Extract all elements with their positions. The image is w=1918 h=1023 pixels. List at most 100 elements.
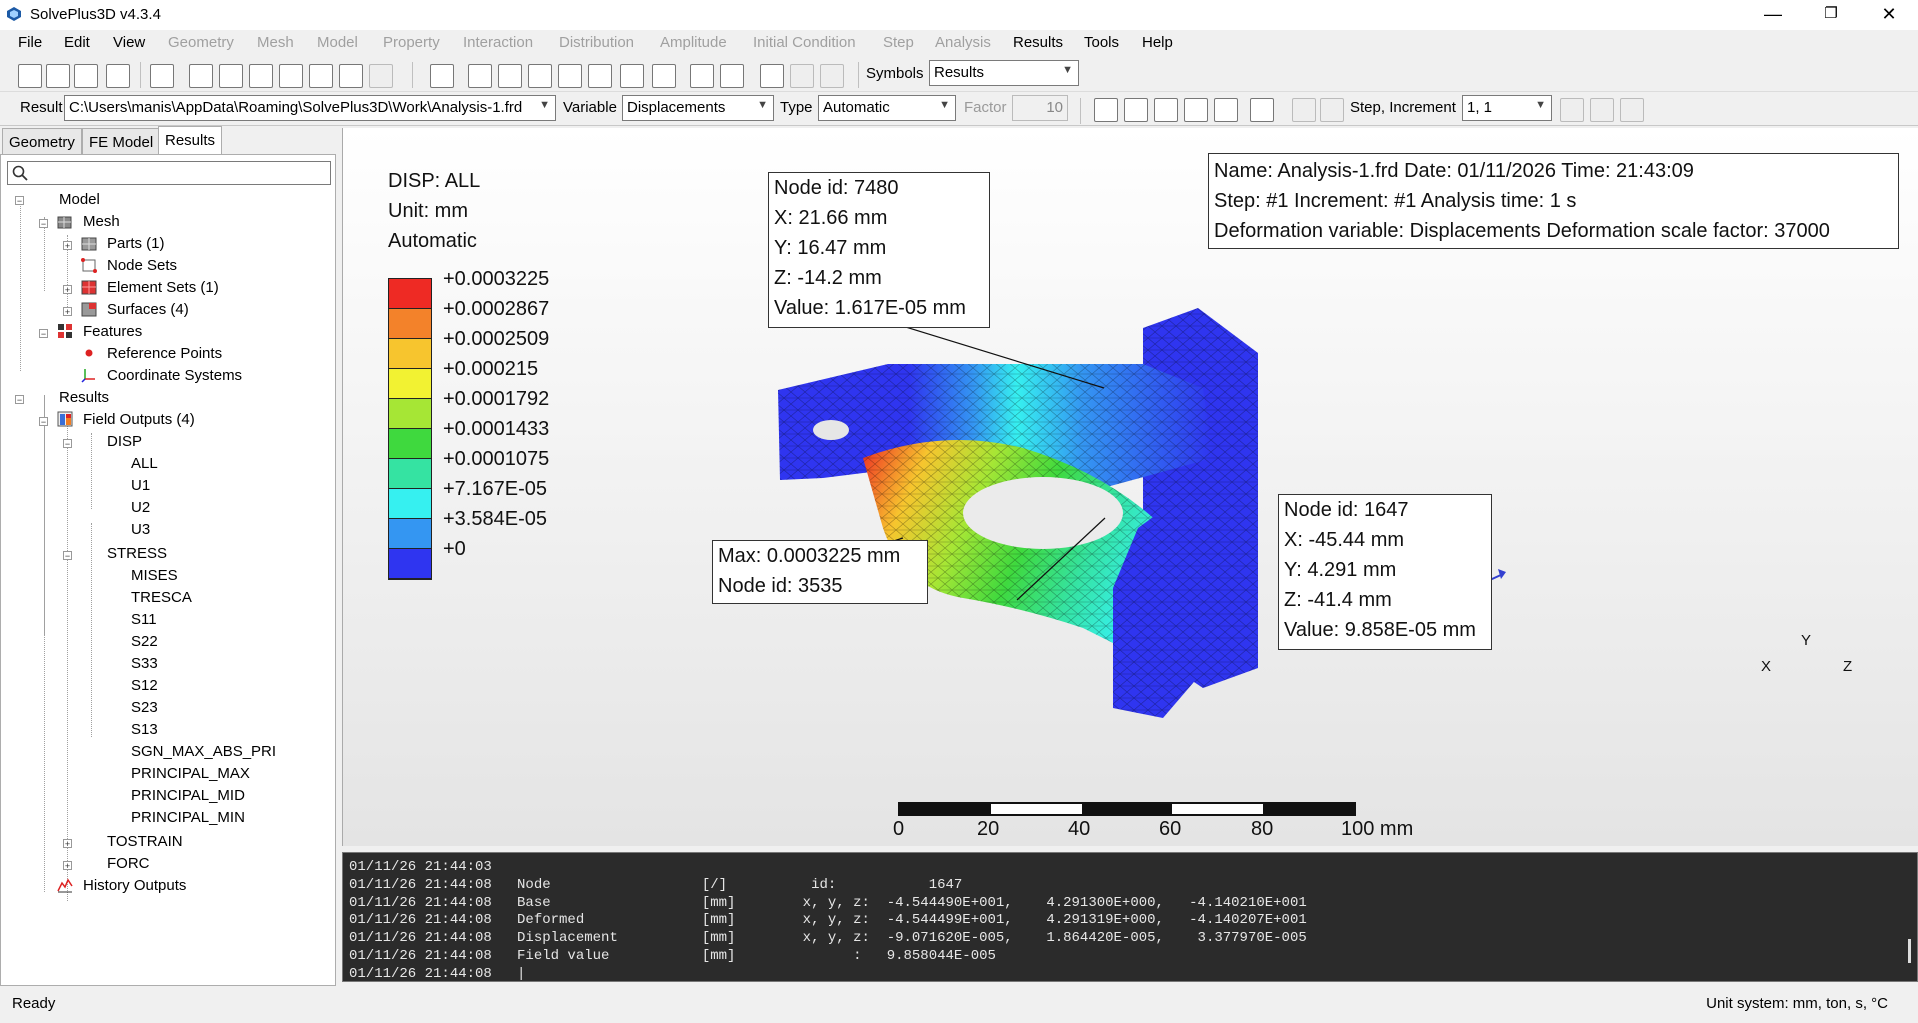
tree-item-mesh[interactable]: Mesh [83, 213, 120, 230]
collapse-mesh-icon[interactable]: − [39, 219, 48, 229]
factor-input[interactable]: 10 [1012, 95, 1068, 121]
message-console[interactable]: 01/11/26 21:44:03 01/11/26 21:44:08 Node… [342, 852, 1918, 982]
layout-single-icon[interactable] [1094, 98, 1118, 122]
collapse-model-icon[interactable]: − [15, 196, 24, 206]
symbols-dropdown[interactable]: Results ▼ [929, 60, 1079, 86]
menu-model[interactable]: Model [317, 34, 358, 51]
view-top-icon[interactable] [249, 64, 273, 88]
tree-item-mises[interactable]: MISES [131, 567, 178, 584]
layout-compare-icon[interactable] [1184, 98, 1208, 122]
toggle-visibility-icon[interactable] [820, 64, 844, 88]
tree-item-s12[interactable]: S12 [131, 677, 158, 694]
tree-item-disp[interactable]: DISP [107, 433, 142, 450]
menu-results[interactable]: Results [1013, 34, 1063, 51]
variable-dropdown[interactable]: Displacements ▼ [622, 95, 774, 121]
measure-icon[interactable] [690, 64, 714, 88]
clear-measure-icon[interactable] [720, 64, 744, 88]
tree-item-s22[interactable]: S22 [131, 633, 158, 650]
tree-item-coordinate-systems[interactable]: Coordinate Systems [107, 367, 242, 384]
menu-geometry[interactable]: Geometry [168, 34, 234, 51]
tree-item-tresca[interactable]: TRESCA [131, 589, 192, 606]
collapse-results-icon[interactable]: − [15, 395, 24, 405]
menu-mesh[interactable]: Mesh [257, 34, 294, 51]
menu-amplitude[interactable]: Amplitude [660, 34, 727, 51]
tree-item-disp-u1[interactable]: U1 [131, 477, 150, 494]
shaded-cube-icon[interactable] [430, 64, 454, 88]
maximize-button[interactable]: ❐ [1802, 0, 1860, 30]
play-animation-icon[interactable] [1620, 98, 1644, 122]
tree-item-disp-u3[interactable]: U3 [131, 521, 150, 538]
expand-element-sets-icon[interactable]: + [63, 285, 72, 295]
tree-item-reference-points[interactable]: Reference Points [107, 345, 222, 362]
minimize-button[interactable]: — [1744, 0, 1802, 30]
layout-grid-icon[interactable] [1154, 98, 1178, 122]
tree-item-principal-mid[interactable]: PRINCIPAL_MID [131, 787, 245, 804]
menu-edit[interactable]: Edit [64, 34, 90, 51]
previous-step-icon[interactable] [1320, 98, 1344, 122]
surface-icon[interactable] [558, 64, 582, 88]
expand-parts-icon[interactable]: + [63, 241, 72, 251]
tree-item-results[interactable]: Results [59, 389, 109, 406]
import-icon[interactable] [74, 64, 98, 88]
tree-item-s11[interactable]: S11 [131, 611, 157, 628]
expand-surfaces-icon[interactable]: + [63, 307, 72, 317]
query-icon[interactable] [620, 64, 644, 88]
save-icon[interactable] [106, 64, 130, 88]
collapse-disp-icon[interactable]: − [63, 439, 72, 449]
show-icon[interactable] [760, 64, 784, 88]
view-back-icon[interactable] [219, 64, 243, 88]
result-file-dropdown[interactable]: C:\Users\manis\AppData\Roaming\SolvePlus… [64, 95, 556, 121]
last-step-icon[interactable] [1590, 98, 1614, 122]
tree-item-node-sets[interactable]: Node Sets [107, 257, 177, 274]
type-dropdown[interactable]: Automatic ▼ [818, 95, 956, 121]
step-increment-dropdown[interactable]: 1, 1 ▼ [1462, 95, 1552, 121]
tree-item-field-outputs[interactable]: Field Outputs (4) [83, 411, 195, 428]
hide-icon[interactable] [652, 64, 676, 88]
tree-item-disp-u2[interactable]: U2 [131, 499, 150, 516]
first-step-icon[interactable] [1292, 98, 1316, 122]
view-iso-icon[interactable] [369, 64, 393, 88]
tree-item-features[interactable]: Features [83, 323, 142, 340]
tree-item-principal-max[interactable]: PRINCIPAL_MAX [131, 765, 250, 782]
collapse-features-icon[interactable]: − [39, 329, 48, 339]
close-button[interactable]: ✕ [1860, 0, 1918, 30]
tree-item-surfaces[interactable]: Surfaces (4) [107, 301, 189, 318]
menu-initial-condition[interactable]: Initial Condition [753, 34, 856, 51]
new-icon[interactable] [18, 64, 42, 88]
collapse-field-outputs-icon[interactable]: − [39, 417, 48, 427]
tree-item-sgn-max-abs-pri[interactable]: SGN_MAX_ABS_PRI [131, 743, 276, 760]
expand-tostrain-icon[interactable]: + [63, 839, 72, 849]
tree-item-disp-all[interactable]: ALL [131, 455, 158, 472]
view-right-icon[interactable] [339, 64, 363, 88]
colormap-icon[interactable] [1250, 98, 1274, 122]
tree-item-element-sets[interactable]: Element Sets (1) [107, 279, 219, 296]
tab-fe-model[interactable]: FE Model [82, 128, 161, 154]
mesh-edges-icon[interactable] [498, 64, 522, 88]
view-left-icon[interactable] [309, 64, 333, 88]
menu-file[interactable]: File [18, 34, 42, 51]
next-step-icon[interactable] [1560, 98, 1584, 122]
tree-item-s23[interactable]: S23 [131, 699, 158, 716]
tree-item-principal-min[interactable]: PRINCIPAL_MIN [131, 809, 245, 826]
menu-view[interactable]: View [113, 34, 145, 51]
tree-item-s33[interactable]: S33 [131, 655, 158, 672]
mesh-model-canvas[interactable] [343, 128, 1918, 846]
tree-item-parts[interactable]: Parts (1) [107, 235, 165, 252]
menu-analysis[interactable]: Analysis [935, 34, 991, 51]
collapse-stress-icon[interactable]: − [63, 551, 72, 561]
menu-tools[interactable]: Tools [1084, 34, 1119, 51]
fit-view-icon[interactable] [150, 64, 174, 88]
transparency-icon[interactable] [528, 64, 552, 88]
open-icon[interactable] [46, 64, 70, 88]
3d-viewport[interactable]: DISP: ALL Unit: mm Automatic +0.0003225 +… [342, 128, 1918, 846]
tree-item-forc[interactable]: FORC [107, 855, 150, 872]
tree-item-stress[interactable]: STRESS [107, 545, 167, 562]
menu-help[interactable]: Help [1142, 34, 1173, 51]
menu-property[interactable]: Property [383, 34, 440, 51]
menu-distribution[interactable]: Distribution [559, 34, 634, 51]
layout-split-icon[interactable] [1124, 98, 1148, 122]
view-front-icon[interactable] [189, 64, 213, 88]
view-bottom-icon[interactable] [279, 64, 303, 88]
tab-geometry[interactable]: Geometry [2, 128, 82, 154]
tree-item-model[interactable]: Model [59, 191, 100, 208]
